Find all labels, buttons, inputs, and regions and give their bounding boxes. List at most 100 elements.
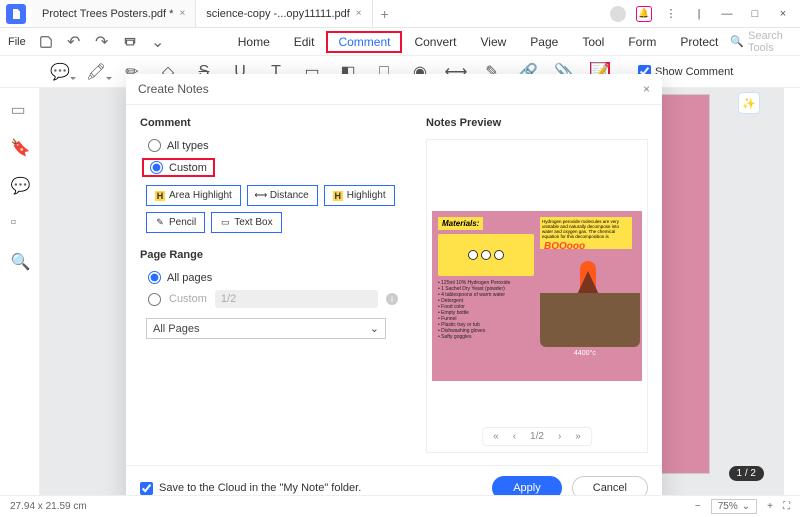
file-menu[interactable]: File [8, 36, 26, 48]
print-icon[interactable] [122, 34, 138, 50]
dialog-header: Create Notes × [126, 74, 662, 105]
boom-label: BOOooo [544, 241, 585, 252]
dialog-close-button[interactable]: × [643, 82, 650, 96]
pager-first[interactable]: « [493, 431, 499, 442]
chevron-down-icon: ⌄ [742, 501, 750, 512]
app-logo [6, 4, 26, 24]
custom-type-label: Custom [169, 162, 207, 174]
tab-strip: Protect Trees Posters.pdf * × science-co… [32, 0, 397, 27]
search-icon: 🔍 [730, 35, 744, 48]
fit-page-icon[interactable]: ⛶ [783, 501, 790, 512]
search-tools[interactable]: 🔍 Search Tools [730, 30, 788, 54]
page-indicator: 1 / 2 [729, 466, 764, 481]
preview-left-column: Materials: • 125ml 10% Hydrogen Peroxide… [438, 217, 534, 375]
all-pages-input[interactable] [148, 271, 161, 284]
menu-tabs: Home Edit Comment Convert View Page Tool… [226, 31, 731, 53]
menu-comment[interactable]: Comment [326, 31, 402, 53]
tab-item[interactable]: science-copy -...opy11111.pdf × [196, 0, 372, 27]
menu-page[interactable]: Page [518, 31, 570, 53]
bookmarks-icon[interactable]: 🔖 [11, 138, 29, 156]
search-placeholder: Search Tools [748, 30, 789, 54]
ai-float-button[interactable]: ✨ [738, 92, 760, 114]
custom-type-input[interactable] [150, 161, 163, 174]
all-pages-radio[interactable]: All pages [140, 271, 398, 284]
close-icon[interactable]: × [179, 8, 185, 19]
custom-type-radio[interactable]: Custom [142, 158, 215, 177]
chip-area-highlight[interactable]: HArea Highlight [146, 185, 241, 206]
menubar-left: File ↶ ↷ ⌄ [8, 34, 166, 50]
right-scrollbar[interactable] [784, 88, 800, 517]
info-icon[interactable]: i [386, 293, 398, 305]
chip-highlight[interactable]: HHighlight [324, 185, 395, 206]
statusbar: 27.94 x 21.59 cm − 75% ⌄ + ⛶ [0, 495, 800, 517]
pager-prev[interactable]: ‹ [513, 431, 516, 442]
add-tab-button[interactable]: + [373, 0, 397, 27]
maximize-button[interactable]: □ [746, 5, 764, 23]
zoom-in-button[interactable]: + [767, 501, 773, 512]
chip-distance[interactable]: ⟷Distance [247, 185, 318, 206]
search-panel-icon[interactable]: 🔍 [11, 252, 29, 270]
zoom-level[interactable]: 75% ⌄ [711, 499, 757, 514]
pager-last[interactable]: » [575, 431, 581, 442]
menu-protect[interactable]: Protect [668, 31, 730, 53]
pager-value: 1/2 [530, 431, 544, 442]
chevron-down-icon[interactable]: ⌄ [150, 34, 166, 50]
all-types-input[interactable] [148, 139, 161, 152]
menu-convert[interactable]: Convert [402, 31, 468, 53]
statusbar-right: − 75% ⌄ + ⛶ [695, 499, 790, 514]
menu-tool[interactable]: Tool [570, 31, 616, 53]
more-icon[interactable]: ⋮ [662, 5, 680, 23]
comments-panel-icon[interactable]: 💬 [11, 176, 29, 194]
tab-label: science-copy -...opy11111.pdf [206, 8, 350, 20]
note-icon[interactable]: 💬 [50, 62, 70, 82]
save-cloud-label: Save to the Cloud in the "My Note" folde… [159, 482, 361, 494]
redo-icon[interactable]: ↷ [94, 34, 110, 50]
custom-range-input[interactable] [148, 293, 161, 306]
highlight-icon[interactable]: 🖍 [86, 62, 106, 82]
menu-view[interactable]: View [468, 31, 518, 53]
preview-right-column: Hydrogen peroxide molecules are very uns… [540, 217, 636, 375]
undo-icon[interactable]: ↶ [66, 34, 82, 50]
thumbnails-icon[interactable]: ▭ [11, 100, 29, 118]
all-pages-label: All pages [167, 272, 212, 284]
materials-list: • 125ml 10% Hydrogen Peroxide • 1 Sachet… [438, 280, 534, 340]
preview-viewport: Materials: • 125ml 10% Hydrogen Peroxide… [426, 139, 648, 453]
save-icon[interactable] [38, 34, 54, 50]
custom-range-row: Custom 1/2 i [148, 290, 398, 308]
pager-next[interactable]: › [558, 431, 561, 442]
volcano-illustration: BOOooo 4400°c [540, 241, 640, 361]
zoom-out-button[interactable]: − [695, 501, 701, 512]
menubar-right: 🔍 Search Tools ↗ ☁ ⤢ [730, 30, 800, 54]
menu-edit[interactable]: Edit [282, 31, 327, 53]
comment-section-label: Comment [140, 117, 398, 129]
annotation-chips: HArea Highlight ⟷Distance HHighlight ✎Pe… [146, 185, 398, 233]
zoom-value: 75% [718, 501, 738, 512]
page-dimensions: 27.94 x 21.59 cm [10, 501, 87, 512]
left-sidebar: ▭ 🔖 💬 ▫ 🔍 [0, 88, 40, 517]
page-range-section-label: Page Range [140, 249, 398, 261]
dialog-body: Comment All types Custom HArea Highlight… [126, 105, 662, 465]
preview-page: Materials: • 125ml 10% Hydrogen Peroxide… [432, 211, 642, 381]
menubar: File ↶ ↷ ⌄ Home Edit Comment Convert Vie… [0, 28, 800, 56]
select-value: All Pages [153, 323, 199, 335]
titlebar-controls: 🔔 ⋮ | — □ × [610, 5, 800, 23]
save-cloud-checkbox[interactable] [140, 482, 153, 495]
minimize-button[interactable]: — [718, 5, 736, 23]
menu-home[interactable]: Home [226, 31, 282, 53]
user-avatar[interactable] [610, 6, 626, 22]
all-types-radio[interactable]: All types [140, 139, 398, 152]
notification-icon[interactable]: 🔔 [636, 6, 652, 22]
save-cloud-toggle[interactable]: Save to the Cloud in the "My Note" folde… [140, 482, 361, 495]
attachments-icon[interactable]: ▫ [11, 214, 29, 232]
materials-title: Materials: [438, 217, 483, 230]
titlebar: Protect Trees Posters.pdf * × science-co… [0, 0, 800, 28]
show-comment-label: Show Comment [655, 66, 733, 78]
tab-item[interactable]: Protect Trees Posters.pdf * × [32, 0, 196, 27]
menu-form[interactable]: Form [616, 31, 668, 53]
chip-pencil[interactable]: ✎Pencil [146, 212, 205, 233]
close-button[interactable]: × [774, 5, 792, 23]
custom-range-field[interactable]: 1/2 [215, 290, 378, 308]
close-icon[interactable]: × [356, 8, 362, 19]
page-filter-select[interactable]: All Pages ⌄ [146, 318, 386, 339]
chip-text-box[interactable]: ▭Text Box [211, 212, 281, 233]
